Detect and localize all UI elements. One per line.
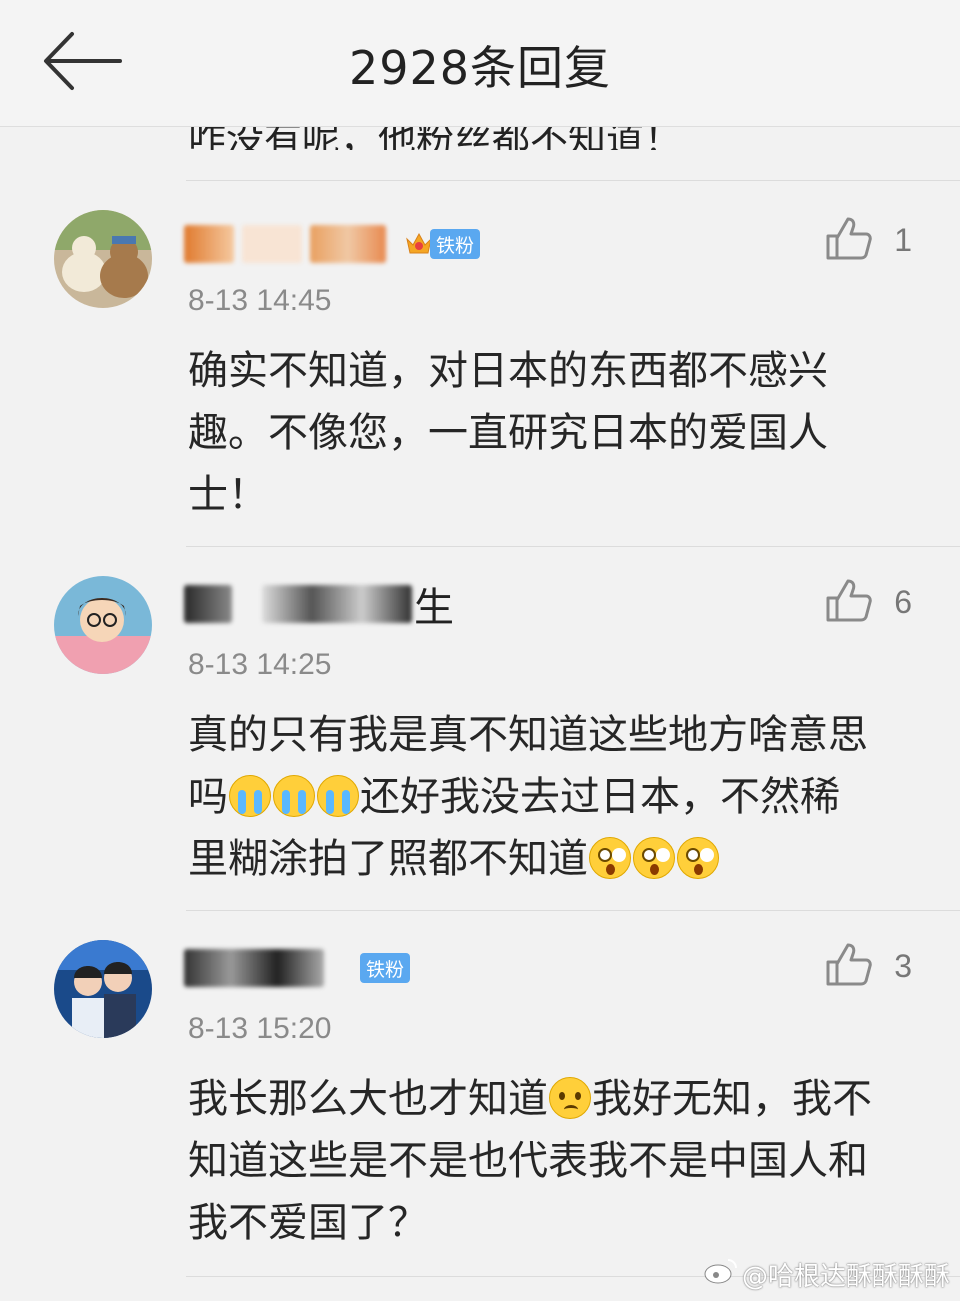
weibo-logo-icon [704,1257,738,1292]
watermark: @哈根达酥酥酥酥 [704,1256,950,1293]
crying-emoji-icon [229,775,271,817]
thumbs-up-icon [826,942,872,990]
comment-time: 8-13 14:45 [188,284,332,317]
comment-item: 生 6 8-13 14:25 真的只有我是真不知道这些地方啥意思吗 还好我没去过日… [0,546,960,910]
like-button[interactable]: 1 [826,216,912,264]
avatar[interactable] [54,940,152,1038]
shocked-emoji-icon [633,837,675,879]
username-visible-part: 生 [414,585,454,631]
fan-badge: 铁粉 [430,229,481,259]
avatar[interactable] [54,576,152,674]
fan-badge: 铁粉 [360,953,411,983]
shocked-emoji-icon [677,837,719,879]
page-title: 2928条回复 [348,41,612,95]
comment-item: 铁粉 1 8-13 14:45 确实不知道，对日本的东西都不感兴趣。不像您，一直… [0,180,960,546]
blurred-name [184,949,324,987]
crying-emoji-icon [273,775,315,817]
like-count: 6 [894,583,912,620]
comment-time: 8-13 14:25 [188,648,332,681]
comment-text: 我长那么大也才知道 我好无知，我不知道这些是不是也代表我不是中国人和我不爱国了？ [188,1068,878,1254]
comment-item: 铁粉 3 8-13 15:20 我长那么大也才知道 我好无知，我不知道这些是不是也… [0,910,960,1276]
like-count: 1 [894,221,912,258]
username[interactable]: 铁粉 [184,946,411,990]
comment-text: 确实不知道，对日本的东西都不感兴趣。不像您，一直研究日本的爱国人士！ [188,348,828,518]
comment-text-part: 我长那么大也才知道 [188,1076,548,1122]
thumbs-up-icon [826,216,872,264]
fan-badge-group: 铁粉 [404,229,481,259]
thumbs-up-icon [826,578,872,626]
top-bar: 2928条回复 [0,0,960,127]
watermark-text: @哈根达酥酥酥酥 [741,1262,950,1292]
crying-emoji-icon [317,775,359,817]
username[interactable]: 铁粉 [184,222,481,266]
comment-time: 8-13 15:20 [188,1012,332,1045]
like-button[interactable]: 6 [826,578,912,626]
blurred-name [184,585,232,623]
blurred-name [262,585,412,623]
username[interactable]: 生 [184,582,454,631]
blurred-name [310,225,386,263]
like-count: 3 [894,947,912,984]
shocked-emoji-icon [589,837,631,879]
comment-text: 真的只有我是真不知道这些地方啥意思吗 还好我没去过日本，不然稀里糊涂拍了照都不知道 [188,704,878,890]
blurred-name [184,225,234,263]
avatar[interactable] [54,210,152,308]
sad-emoji-icon [549,1077,591,1119]
like-button[interactable]: 3 [826,942,912,990]
blurred-name [242,225,302,263]
